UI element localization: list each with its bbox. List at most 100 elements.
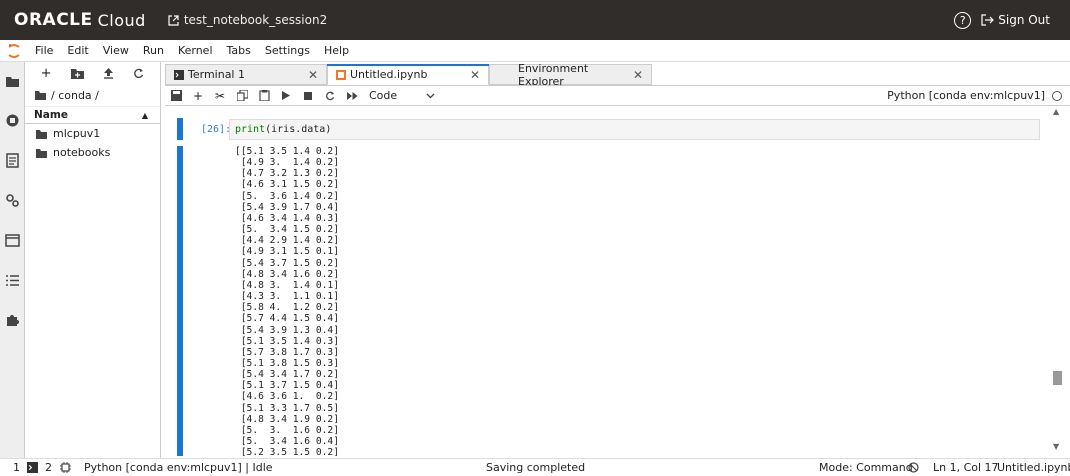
cell-type-select[interactable]: Code	[369, 89, 435, 102]
paste-icon[interactable]	[253, 90, 275, 101]
output-line: [5. 3.4 1.5 0.2]	[235, 224, 339, 236]
session-name: test_notebook_session2	[183, 13, 328, 27]
session-link[interactable]: test_notebook_session2	[168, 13, 327, 27]
scroll-down-icon[interactable]: ▼	[1053, 442, 1059, 451]
menu-help[interactable]: Help	[317, 44, 356, 57]
output-line: [5.1 3.8 1.5 0.3]	[235, 357, 339, 369]
code-function: print	[235, 124, 266, 135]
output-line: [4.8 3.4 1.9 0.2]	[235, 413, 339, 425]
menu-kernel[interactable]: Kernel	[171, 44, 220, 57]
tab-bar: Terminal 1 ✕ Untitled.ipynb ✕ Environmen…	[165, 61, 652, 88]
running-icon[interactable]	[5, 113, 20, 128]
scroll-up-icon[interactable]: ▲	[1053, 107, 1059, 116]
terminal-icon[interactable]	[27, 462, 38, 476]
output-line: [5.1 3.7 1.5 0.4]	[235, 380, 339, 392]
output-line: [5.4 3.9 1.3 0.4]	[235, 324, 339, 336]
output-line: [4.9 3.1 1.5 0.1]	[235, 246, 339, 258]
folder-icon[interactable]	[5, 74, 20, 89]
output-line: [5. 3.4 1.6 0.4]	[235, 436, 339, 448]
tab-notebook[interactable]: Untitled.ipynb ✕	[327, 64, 489, 85]
menu-file[interactable]: File	[28, 44, 60, 57]
kernel-name: Python [conda env:mlcpuv1]	[887, 89, 1045, 102]
output-line: [5.1 3.5 1.4 0.3]	[235, 335, 339, 347]
add-cell-icon[interactable]: +	[187, 89, 209, 103]
output-line: [4.3 3. 1.1 0.1]	[235, 291, 339, 303]
menu-edit[interactable]: Edit	[60, 44, 95, 57]
stop-icon[interactable]	[297, 91, 319, 100]
upload-icon[interactable]	[103, 67, 114, 79]
list-item[interactable]: mlcpuv1	[25, 124, 160, 143]
status-count[interactable]: 1	[13, 461, 20, 474]
tabs-icon[interactable]	[5, 233, 20, 248]
scrollbar-thumb[interactable]	[1053, 371, 1062, 385]
status-kernel[interactable]: Python [conda env:mlcpuv1] | Idle	[84, 461, 273, 474]
save-icon[interactable]	[165, 90, 187, 101]
commands-icon[interactable]	[5, 153, 20, 168]
status-position[interactable]: Ln 1, Col 17	[933, 461, 999, 474]
file-browser: + / conda / Name ▲ mlcpuv1 notebooks	[25, 62, 161, 458]
toc-icon[interactable]	[5, 273, 20, 288]
output-line: [4.6 3.6 1. 0.2]	[235, 391, 339, 403]
output-line: [5.1 3.3 1.7 0.5]	[235, 402, 339, 414]
kernel-icon[interactable]	[60, 462, 71, 476]
output-line: [5.7 3.8 1.7 0.3]	[235, 346, 339, 358]
help-icon[interactable]: ?	[954, 11, 972, 29]
gears-icon[interactable]	[5, 193, 20, 208]
refresh-icon[interactable]	[133, 68, 144, 79]
output-line: [4.6 3.4 1.4 0.3]	[235, 212, 339, 224]
no-bug-icon[interactable]	[908, 462, 919, 476]
chevron-down-icon	[426, 89, 435, 102]
close-icon[interactable]: ✕	[633, 68, 643, 82]
close-icon[interactable]: ✕	[470, 68, 480, 82]
output-line: [5.7 4.4 1.5 0.4]	[235, 313, 339, 325]
notebook-panel: [26]: print(iris.data) [[5.1 3.5 1.4 0.2…	[165, 106, 1050, 456]
output-collapser[interactable]	[177, 146, 183, 456]
code-editor[interactable]: print(iris.data)	[229, 119, 1040, 140]
breadcrumb[interactable]: / conda /	[25, 84, 160, 106]
status-mode[interactable]: Mode: Command	[819, 461, 913, 474]
restart-icon[interactable]	[319, 91, 341, 101]
menu-bar: File Edit View Run Kernel Tabs Settings …	[0, 40, 1070, 62]
menu-view[interactable]: View	[96, 44, 136, 57]
output-line: [5.8 4. 1.2 0.2]	[235, 302, 339, 314]
list-item-label: mlcpuv1	[53, 127, 101, 140]
oracle-cloud-logo[interactable]: ORACLE Cloud	[14, 10, 146, 30]
scrollbar[interactable]: ▲ ▼	[1050, 106, 1070, 456]
extension-icon[interactable]	[5, 312, 20, 327]
brand-bold: ORACLE	[14, 10, 93, 30]
column-header-name[interactable]: Name ▲	[25, 106, 160, 124]
tab-label: Environment Explorer	[518, 61, 589, 88]
output-line: [4.9 3. 1.4 0.2]	[235, 157, 339, 169]
sign-out-button[interactable]: Sign Out	[981, 13, 1050, 27]
sign-out-label: Sign Out	[998, 13, 1050, 27]
status-kernels-count[interactable]: 2	[45, 461, 52, 474]
cut-icon[interactable]: ✂	[209, 89, 231, 103]
kernel-indicator[interactable]: Python [conda env:mlcpuv1]	[887, 89, 1062, 102]
menu-tabs[interactable]: Tabs	[220, 44, 258, 57]
close-icon[interactable]: ✕	[308, 68, 318, 82]
brand-light: Cloud	[97, 10, 146, 30]
file-browser-toolbar: +	[25, 62, 160, 84]
tab-terminal[interactable]: Terminal 1 ✕	[165, 64, 327, 85]
output-line: [4.4 2.9 1.4 0.2]	[235, 235, 339, 247]
status-file: Untitled.ipynb	[997, 460, 1070, 474]
cell-type-value: Code	[369, 89, 398, 102]
output-line: [5.2 3.5 1.5 0.2]	[235, 447, 339, 456]
cell-collapser[interactable]	[177, 118, 183, 140]
copy-icon[interactable]	[231, 90, 253, 101]
sort-up-icon: ▲	[141, 110, 148, 120]
fast-forward-icon[interactable]	[341, 91, 363, 100]
list-item[interactable]: notebooks	[25, 143, 160, 162]
new-folder-icon[interactable]	[70, 68, 84, 79]
folder-icon	[35, 91, 46, 100]
menu-run[interactable]: Run	[136, 44, 171, 57]
tab-environment-explorer[interactable]: Environment Explorer ✕	[489, 61, 652, 88]
output-line: [5. 3. 1.6 0.2]	[235, 424, 339, 436]
new-launcher-icon[interactable]: +	[41, 66, 52, 81]
run-icon[interactable]	[275, 91, 297, 100]
folder-icon	[36, 129, 47, 139]
top-header: ORACLE Cloud test_notebook_session2 ? Si…	[0, 0, 1070, 40]
terminal-icon	[174, 69, 184, 80]
menu-settings[interactable]: Settings	[258, 44, 317, 57]
list-item-label: notebooks	[53, 146, 111, 159]
